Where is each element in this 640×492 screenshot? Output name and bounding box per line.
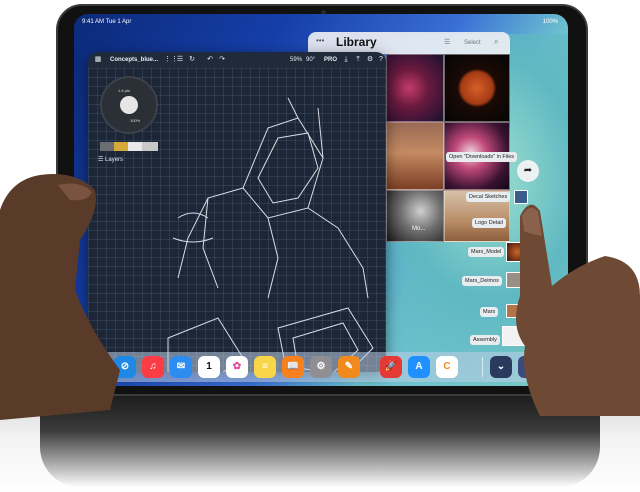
battery-indicator: 100% bbox=[542, 19, 558, 25]
library-thumb-telescope[interactable] bbox=[386, 190, 444, 242]
concepts-toolbar: ▦ Concepts_blue... ⋮⋮ ☰ ↻ ↶ ↷ 59% 90° PR… bbox=[88, 52, 386, 68]
swatch-white[interactable] bbox=[128, 142, 142, 151]
rocket-app-icon[interactable]: 🚀 bbox=[380, 356, 402, 378]
left-hand bbox=[0, 174, 120, 420]
app-store-icon[interactable]: A bbox=[408, 356, 430, 378]
drag-item-open-downloads[interactable]: Open "Downloads" in Files bbox=[446, 152, 518, 162]
pro-badge[interactable]: PRO bbox=[324, 57, 337, 63]
redo-icon[interactable]: ↷ bbox=[218, 56, 226, 64]
more-options-icon[interactable]: ••• bbox=[316, 36, 324, 45]
swatch-light-gray[interactable] bbox=[142, 142, 158, 151]
import-icon[interactable]: ⤓ bbox=[342, 56, 350, 64]
layers-panel[interactable]: ☰ Layers bbox=[98, 156, 123, 163]
library-thumb-desert[interactable] bbox=[386, 122, 444, 190]
layers-label: Layers bbox=[105, 157, 124, 163]
mail-icon[interactable]: ✉ bbox=[170, 356, 192, 378]
swatch-gray[interactable] bbox=[100, 142, 114, 151]
filter-icon[interactable]: ☰ bbox=[444, 38, 450, 46]
color-dial[interactable] bbox=[120, 96, 138, 114]
pencil-app-icon[interactable]: ✎ bbox=[338, 356, 360, 378]
tool-wheel[interactable]: 1.6 pts 100% bbox=[100, 76, 158, 134]
settings-icon[interactable]: ⚙ bbox=[366, 56, 374, 64]
grid-icon[interactable]: ⋮⋮ bbox=[164, 56, 178, 64]
library-title: Library bbox=[336, 35, 377, 49]
settings-icon[interactable]: ⚙ bbox=[310, 356, 332, 378]
library-header: ••• Library ☰ Select ⌕ bbox=[308, 32, 510, 54]
search-icon[interactable]: ⌕ bbox=[494, 37, 498, 47]
status-time: 9:41 AM Tue 1 Apr bbox=[82, 19, 132, 25]
transform-icon[interactable]: ↻ bbox=[188, 56, 196, 64]
brush-opacity: 100% bbox=[130, 118, 141, 123]
color-swatches bbox=[100, 142, 158, 151]
music-icon[interactable]: ♫ bbox=[142, 356, 164, 378]
concepts-app-icon[interactable]: C bbox=[436, 356, 458, 378]
layers-toggle-icon[interactable]: ☰ bbox=[176, 56, 184, 64]
books-icon[interactable]: 📖 bbox=[282, 356, 304, 378]
help-icon[interactable]: ? bbox=[377, 56, 385, 64]
library-thumb-nebula[interactable] bbox=[386, 54, 444, 122]
swatch-gold[interactable] bbox=[114, 142, 128, 151]
right-hand bbox=[516, 204, 640, 416]
share-export-icon[interactable]: ⤒ bbox=[354, 56, 362, 64]
undo-icon[interactable]: ↶ bbox=[206, 56, 214, 64]
layers-icon: ☰ bbox=[98, 157, 106, 163]
select-button[interactable]: Select bbox=[464, 40, 481, 46]
rotation-angle[interactable]: 90° bbox=[306, 57, 315, 63]
gallery-icon[interactable]: ▦ bbox=[94, 56, 102, 64]
notes-icon[interactable]: ≡ bbox=[254, 356, 276, 378]
photos-icon[interactable]: ✿ bbox=[226, 356, 248, 378]
library-thumb-caption: Mo... bbox=[412, 226, 426, 232]
calendar-icon[interactable]: 1 bbox=[198, 356, 220, 378]
document-title[interactable]: Concepts_blue... bbox=[110, 57, 158, 63]
status-bar: 9:41 AM Tue 1 Apr 100% bbox=[74, 14, 568, 30]
brush-size: 1.6 pts bbox=[118, 88, 131, 93]
library-thumb-mars[interactable] bbox=[444, 54, 510, 122]
robot-sketch bbox=[167, 97, 374, 372]
concepts-app-window: ▦ Concepts_blue... ⋮⋮ ☰ ↻ ↶ ↷ 59% 90° PR… bbox=[88, 52, 386, 372]
zoom-level[interactable]: 59% bbox=[290, 57, 302, 63]
